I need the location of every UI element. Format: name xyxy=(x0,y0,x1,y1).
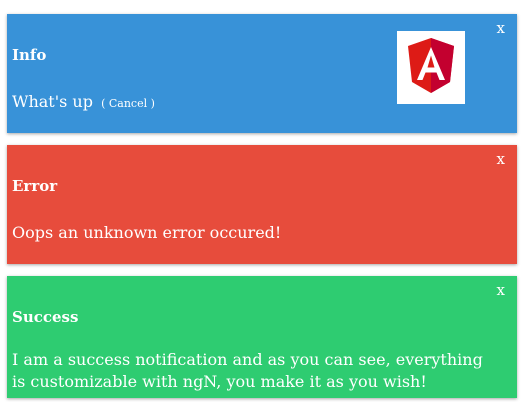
notification-title: Error xyxy=(12,177,58,195)
notification-message: Oops an unknown error occured! xyxy=(12,223,282,242)
notification-message-text: What's up xyxy=(12,92,93,111)
notification-title: Info xyxy=(12,46,47,64)
close-button[interactable]: x xyxy=(497,20,505,36)
notification-message: I am a success notification and as you c… xyxy=(12,350,483,391)
notification-message: What's up ( Cancel ) xyxy=(12,91,487,115)
error-notification[interactable]: x Error Oops an unknown error occured! xyxy=(7,145,517,264)
close-button[interactable]: x xyxy=(497,151,505,167)
cancel-link[interactable]: ( Cancel ) xyxy=(101,97,155,110)
close-button[interactable]: x xyxy=(497,282,505,298)
info-notification[interactable]: x Info What's up ( Cancel ) xyxy=(7,14,517,133)
success-notification[interactable]: x Success I am a success notification an… xyxy=(7,276,517,398)
notification-title: Success xyxy=(12,308,79,326)
